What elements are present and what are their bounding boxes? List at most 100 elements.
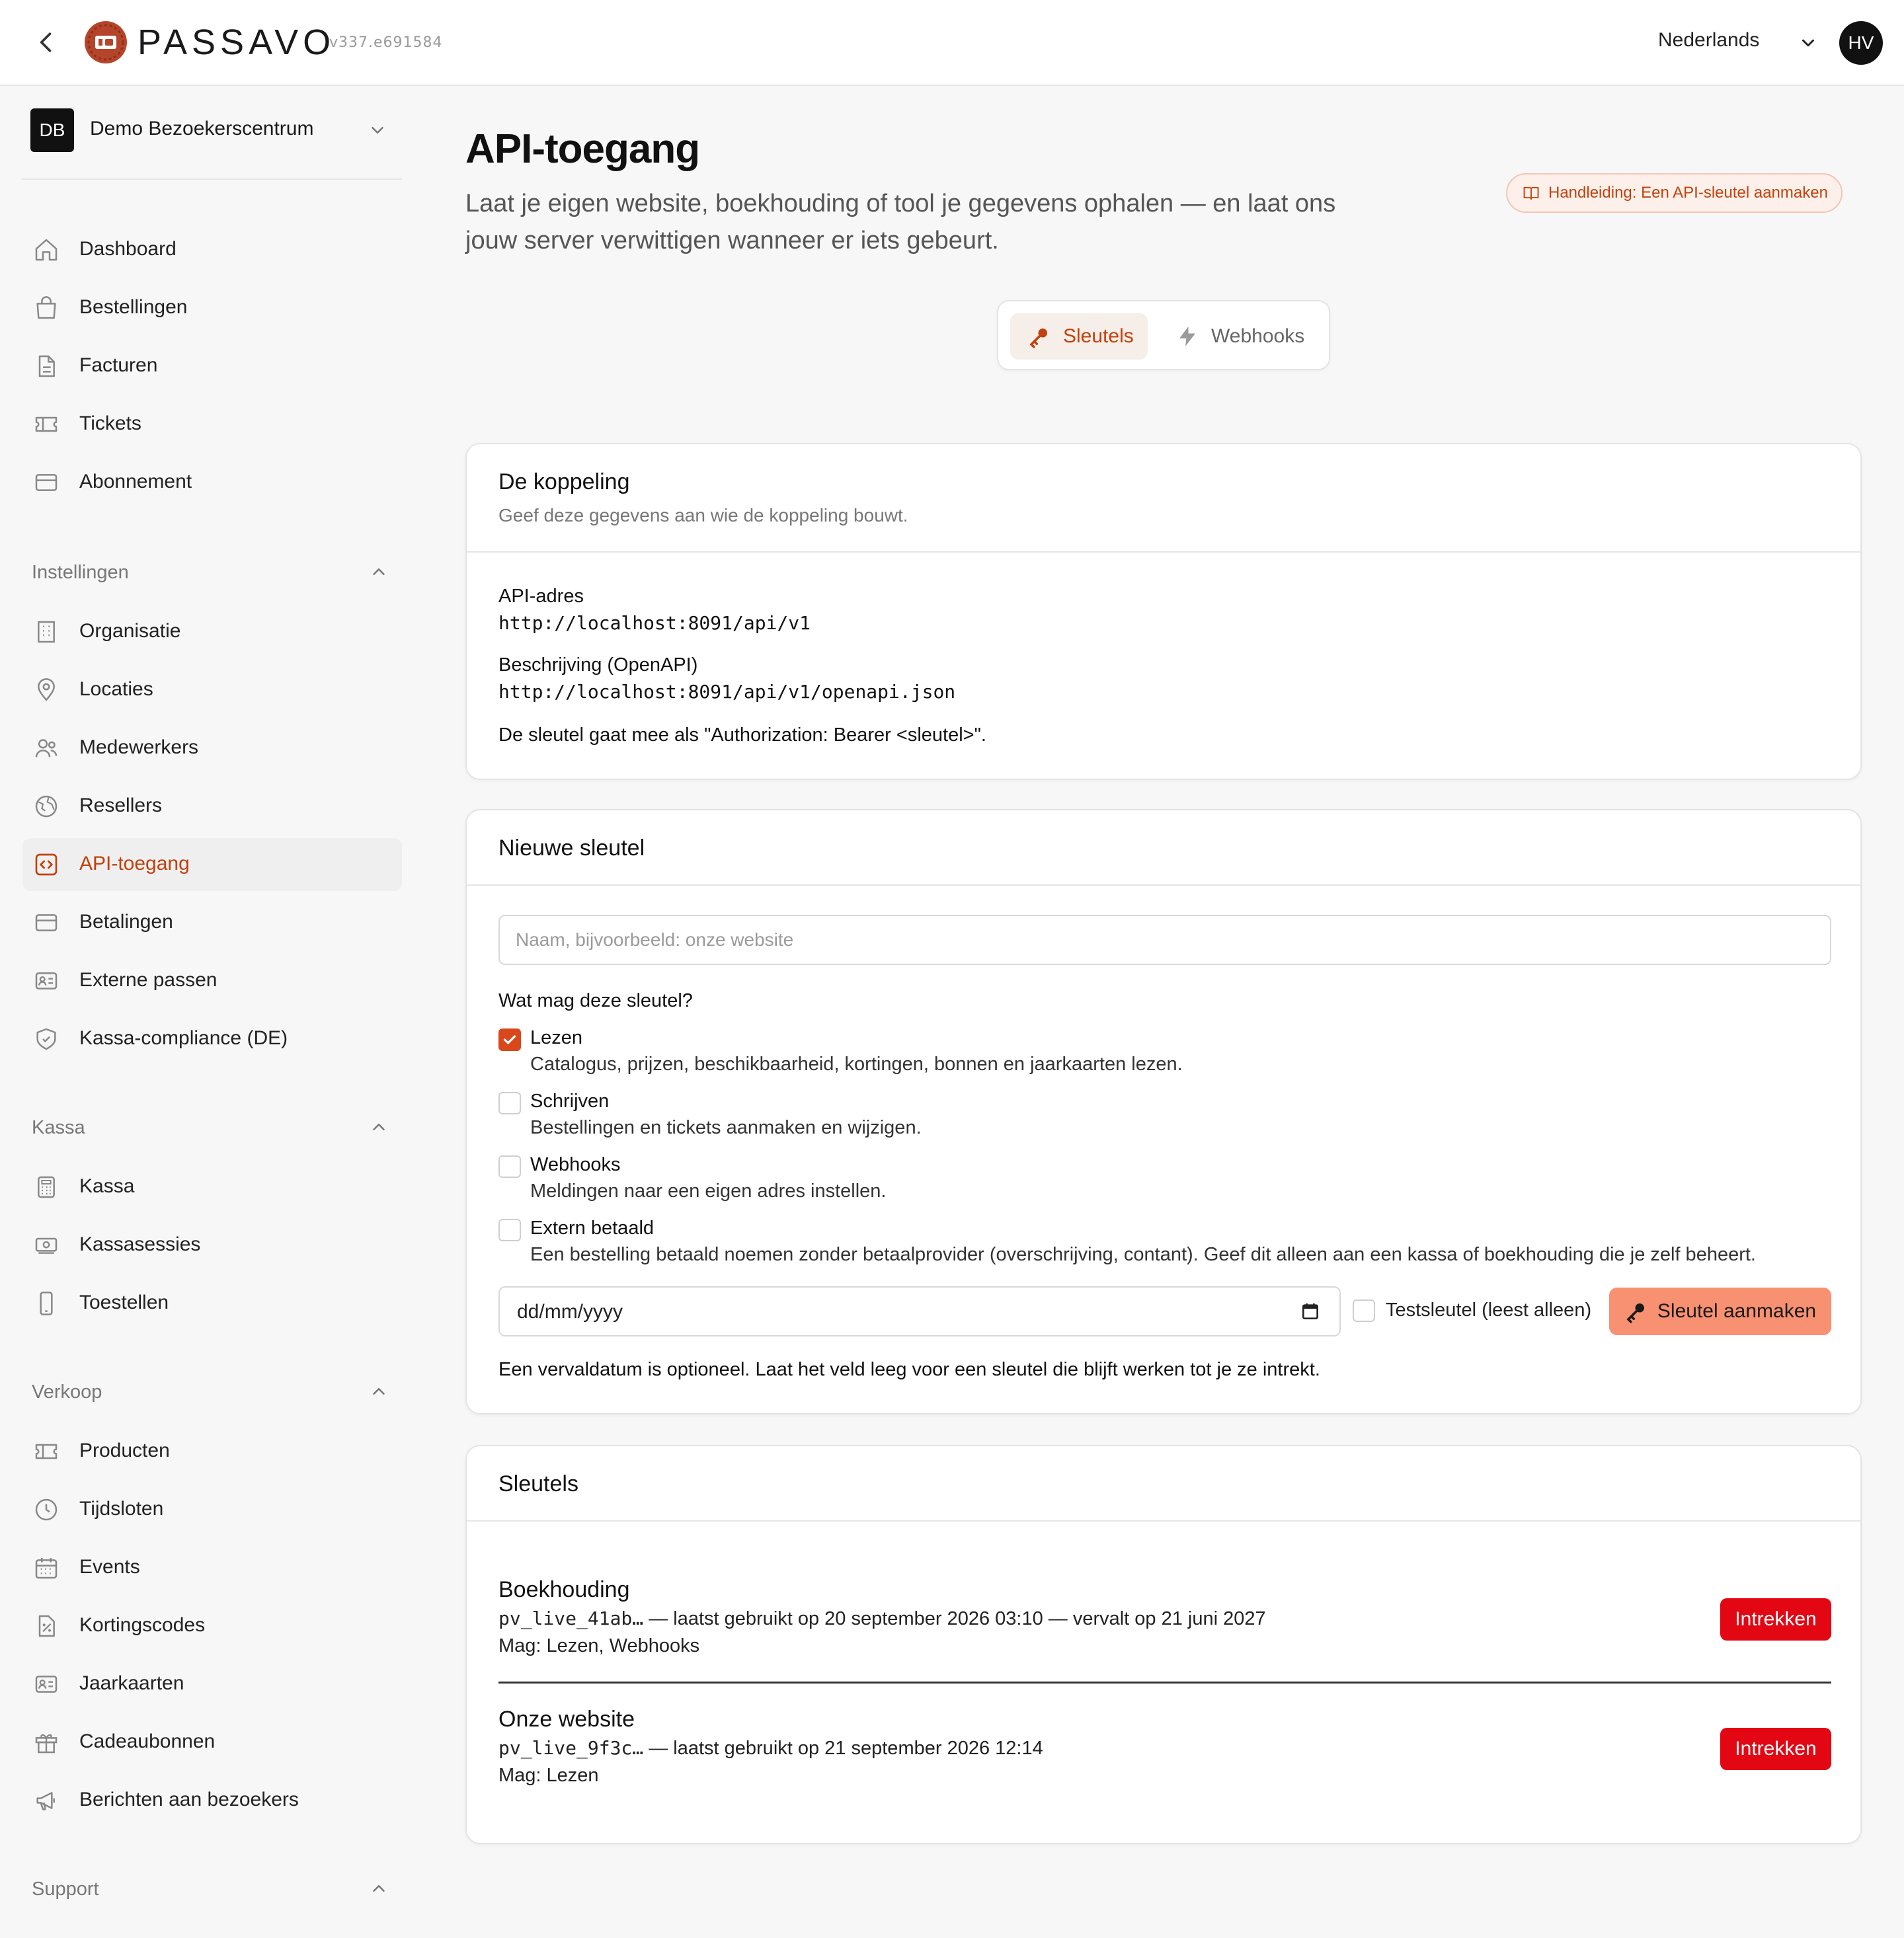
calendar-icon[interactable] (1300, 1301, 1321, 1322)
permission-label: Webhooks (530, 1154, 621, 1175)
sidebar-item-medewerkers[interactable]: Medewerkers (22, 722, 402, 775)
sidebar-item-toestellen[interactable]: Toestellen (22, 1277, 402, 1330)
expiry-date-input[interactable]: dd/mm/yyyy (498, 1286, 1341, 1337)
sidebar-item-resellers[interactable]: Resellers (22, 780, 402, 833)
org-name: Demo Bezoekerscentrum (90, 118, 314, 139)
sidebar-item-producten[interactable]: Producten (22, 1425, 402, 1478)
divider (467, 551, 1860, 553)
sidebar-item-tijdsloten[interactable]: Tijdsloten (22, 1483, 402, 1536)
sidebar-item-kassa[interactable]: Kassa (22, 1161, 402, 1214)
key-permissions: Mag: Lezen, Webhooks (498, 1635, 700, 1656)
page-subtitle: Laat je eigen website, boekhouding of to… (465, 190, 1336, 254)
permission-description: Meldingen naar een eigen adres instellen… (530, 1181, 887, 1202)
calendar-icon (33, 1555, 60, 1581)
sidebar-item-label: Cadeaubonnen (79, 1730, 216, 1752)
divider (467, 884, 1860, 886)
tab-label: Sleutels (1063, 325, 1134, 347)
section-verkoop[interactable]: Verkoop (32, 1381, 402, 1408)
sidebar-item-externe-passen[interactable]: Externe passen (22, 954, 402, 1007)
version-label: v337.e691584 (329, 34, 443, 51)
sidebar-item-label: Externe passen (79, 969, 218, 991)
koppeling-card: De koppeling Geef deze gegevens aan wie … (465, 443, 1862, 780)
guide-link-label: Handleiding: Een API-sleutel aanmaken (1548, 184, 1828, 202)
checkbox-schrijven[interactable] (498, 1092, 521, 1114)
section-instellingen[interactable]: Instellingen (32, 562, 402, 588)
sidebar-item-bestellingen[interactable]: Bestellingen (22, 282, 402, 334)
sidebar-item-label: API-toegang (79, 853, 190, 874)
credit-card-icon (33, 910, 60, 936)
passavo-logo (83, 20, 128, 65)
sidebar-item-cadeaubonnen[interactable]: Cadeaubonnen (22, 1716, 402, 1769)
calculator-icon (33, 1174, 60, 1200)
sidebar-item-label: Organisatie (79, 620, 181, 642)
sidebar-item-label: Tijdsloten (79, 1498, 164, 1520)
create-key-button[interactable]: Sleutel aanmaken (1609, 1288, 1831, 1335)
guide-link-button[interactable]: Handleiding: Een API-sleutel aanmaken (1506, 173, 1843, 213)
brand-name: PASSAVO (138, 22, 336, 62)
card-subtitle: Geef deze gegevens aan wie de koppeling … (498, 505, 908, 525)
card-title: De koppeling (498, 469, 630, 494)
divider (467, 1520, 1860, 1522)
chevron-down-icon (368, 120, 387, 140)
section-support[interactable]: Support (32, 1879, 402, 1905)
key-meta: pv_live_41ab… — laatst gebruikt op 20 se… (498, 1608, 1266, 1630)
sidebar-item-abonnement[interactable]: Abonnement (22, 456, 402, 509)
revoke-button[interactable]: Intrekken (1720, 1728, 1831, 1770)
section-kassa[interactable]: Kassa (32, 1117, 402, 1143)
permissions-question: Wat mag deze sleutel? (498, 990, 693, 1011)
chevron-down-icon[interactable] (1798, 33, 1818, 53)
language-select[interactable]: Nederlands (1658, 29, 1759, 52)
id-card-icon (33, 968, 60, 994)
permission-label: Schrijven (530, 1091, 610, 1112)
sidebar-item-facturen[interactable]: Facturen (22, 340, 402, 393)
sidebar-item-kortingscodes[interactable]: Kortingscodes (22, 1600, 402, 1652)
create-key-label: Sleutel aanmaken (1657, 1300, 1817, 1322)
openapi-label: Beschrijving (OpenAPI) (498, 654, 698, 676)
org-switcher[interactable]: DB Demo Bezoekerscentrum (30, 108, 401, 156)
gift-icon (33, 1729, 60, 1756)
key-icon (1027, 325, 1051, 348)
sidebar-item-organisatie[interactable]: Organisatie (22, 605, 402, 658)
new-key-card: Nieuwe sleutel Wat mag deze sleutel? Lez… (465, 809, 1862, 1415)
permission-description: Bestellingen en tickets aanmaken en wijz… (530, 1117, 922, 1138)
sidebar-item-label: Abonnement (79, 471, 192, 492)
bolt-icon (1175, 325, 1199, 348)
chevron-left-icon[interactable] (32, 28, 61, 57)
phone-icon (33, 1290, 60, 1317)
tab-label: Webhooks (1211, 325, 1305, 347)
check-icon (503, 1035, 516, 1044)
sidebar-item-berichten[interactable]: Berichten aan bezoekers (22, 1774, 402, 1827)
sidebar-item-label: Dashboard (79, 238, 177, 260)
sidebar-item-betalingen[interactable]: Betalingen (22, 896, 402, 949)
tab-sleutels[interactable]: Sleutels (1010, 313, 1148, 360)
sidebar-item-label: Toestellen (79, 1292, 169, 1313)
api-address-value[interactable]: http://localhost:8091/api/v1 (498, 612, 811, 634)
divider (21, 178, 402, 180)
card-title: Sleutels (498, 1471, 578, 1496)
sidebar-item-jaarkaarten[interactable]: Jaarkaarten (22, 1658, 402, 1711)
sidebar-item-tickets[interactable]: Tickets (22, 398, 402, 451)
sidebar-item-kassasessies[interactable]: Kassasessies (22, 1219, 402, 1272)
sidebar-item-api-toegang[interactable]: API-toegang (22, 838, 402, 891)
checkbox-webhooks[interactable] (498, 1155, 521, 1178)
map-pin-icon (33, 677, 60, 703)
section-title: Kassa (32, 1117, 85, 1138)
sidebar-item-dashboard[interactable]: Dashboard (22, 223, 402, 276)
keys-card: Sleutels Boekhouding pv_live_41ab… — laa… (465, 1445, 1862, 1844)
expiry-note: Een vervaldatum is optioneel. Laat het v… (498, 1359, 1320, 1380)
checkbox-testsleutel[interactable] (1353, 1299, 1375, 1322)
sidebar-item-label: Betalingen (79, 911, 173, 933)
sidebar-item-label: Kortingscodes (79, 1614, 206, 1636)
sidebar-item-kassa-compliance[interactable]: Kassa-compliance (DE) (22, 1013, 402, 1066)
sidebar-item-locaties[interactable]: Locaties (22, 664, 402, 717)
checkbox-lezen[interactable] (498, 1028, 521, 1051)
sidebar-item-events[interactable]: Events (22, 1541, 402, 1594)
revoke-button[interactable]: Intrekken (1720, 1598, 1831, 1641)
section-title: Verkoop (32, 1381, 102, 1403)
checkbox-extern-betaald[interactable] (498, 1219, 521, 1241)
key-name-input[interactable] (498, 915, 1831, 965)
key-meta: pv_live_9f3c… — laatst gebruikt op 21 se… (498, 1737, 1043, 1760)
tab-webhooks[interactable]: Webhooks (1169, 313, 1321, 360)
avatar[interactable]: HV (1839, 21, 1883, 65)
openapi-value[interactable]: http://localhost:8091/api/v1/openapi.jso… (498, 681, 955, 703)
